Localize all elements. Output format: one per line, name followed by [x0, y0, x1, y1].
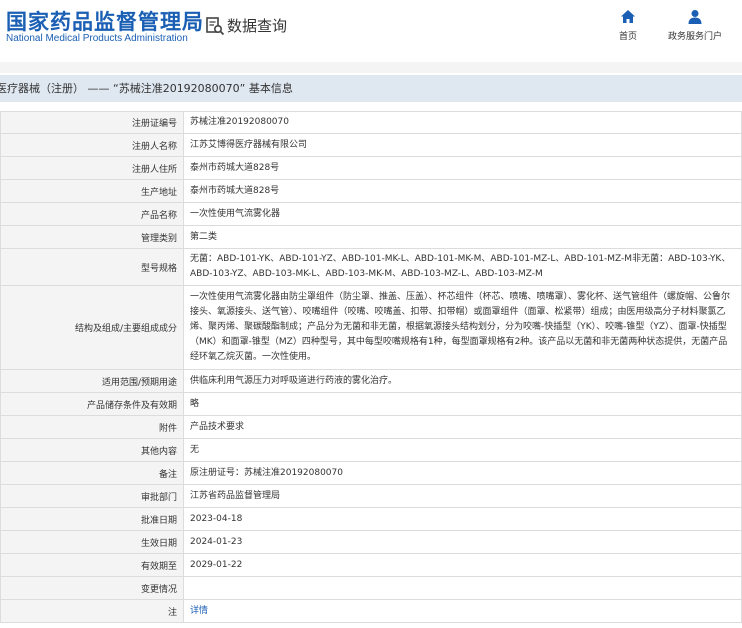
row-value: 2024-01-23 — [183, 530, 742, 554]
table-row: 变更情况 — [0, 576, 742, 600]
table-row: 注册人名称 江苏艾博得医疗器械有限公司 — [0, 133, 742, 157]
table-row: 型号规格 无菌：ABD-101-YK、ABD-101-YZ、ABD-101-MK-… — [0, 248, 742, 286]
document-search-icon — [206, 16, 225, 35]
row-label: 有效期至 — [0, 553, 184, 577]
row-value: 略 — [183, 392, 742, 416]
row-value: 2023-04-18 — [183, 507, 742, 531]
row-label: 注 — [0, 599, 184, 623]
table-row: 附件 产品技术要求 — [0, 415, 742, 439]
row-label: 变更情况 — [0, 576, 184, 600]
row-label: 注册证编号 — [0, 111, 184, 134]
detail-link[interactable]: 详情 — [190, 606, 208, 616]
row-label: 审批部门 — [0, 484, 184, 508]
row-label: 注册人住所 — [0, 156, 184, 180]
row-value: 产品技术要求 — [183, 415, 742, 439]
row-value: 原注册证号：苏械注准20192080070 — [183, 461, 742, 485]
page-title-bar: 医疗器械（注册） —— “苏械注准20192080070” 基本信息 — [0, 75, 742, 102]
nav-home-label: 首页 — [619, 32, 638, 42]
row-value: 苏械注准20192080070 — [183, 111, 742, 134]
row-value: 无 — [183, 438, 742, 462]
row-value: 一次性使用气流雾化器 — [183, 202, 742, 226]
row-value: 2029-01-22 — [183, 553, 742, 577]
registration-info-table: 注册证编号 苏械注准20192080070 注册人名称 江苏艾博得医疗器械有限公司 … — [0, 111, 742, 623]
row-value: 一次性使用气流雾化器由防尘罩组件（防尘罩、推盖、压盖）、杯芯组件（杯芯、喷嘴、喷… — [183, 285, 742, 370]
user-icon — [688, 10, 702, 24]
row-label: 生效日期 — [0, 530, 184, 554]
table-row: 产品名称 一次性使用气流雾化器 — [0, 202, 742, 226]
table-row: 其他内容无 — [0, 438, 742, 462]
site-header: 国家药品监督管理局 National Medical Products Admi… — [0, 0, 742, 62]
table-row: 产品储存条件及有效期略 — [0, 392, 742, 416]
table-row: 备注 原注册证号：苏械注准20192080070 — [0, 461, 742, 485]
data-query-link[interactable]: 数据查询 — [205, 15, 287, 36]
page-title: 医疗器械（注册） —— “苏械注准20192080070” 基本信息 — [0, 82, 293, 95]
row-value: 供临床利用气源压力对呼吸道进行药液的雾化治疗。 — [183, 369, 742, 393]
nav-home[interactable]: 首页 — [619, 9, 637, 42]
table-row: 注详情 — [0, 599, 742, 623]
row-label: 型号规格 — [0, 248, 184, 286]
table-row: 生产地址 泰州市药城大道828号 — [0, 179, 742, 203]
logo-title-en[interactable]: National Medical Products Administration — [6, 33, 188, 44]
table-row: 适用范围/预期用途 供临床利用气源压力对呼吸道进行药液的雾化治疗。 — [0, 369, 742, 393]
row-value: 江苏省药品监督管理局 — [183, 484, 742, 508]
row-value: 第二类 — [183, 225, 742, 249]
table-row: 结构及组成/主要组成成分 一次性使用气流雾化器由防尘罩组件（防尘罩、推盖、压盖）、… — [0, 285, 742, 370]
table-row: 批准日期 2023-04-18 — [0, 507, 742, 531]
row-label: 其他内容 — [0, 438, 184, 462]
row-label: 批准日期 — [0, 507, 184, 531]
row-label: 结构及组成/主要组成成分 — [0, 285, 184, 370]
row-label: 产品储存条件及有效期 — [0, 392, 184, 416]
table-row: 审批部门 江苏省药品监督管理局 — [0, 484, 742, 508]
table-row: 管理类别 第二类 — [0, 225, 742, 249]
row-value: 详情 — [183, 599, 742, 623]
row-label: 附件 — [0, 415, 184, 439]
row-label: 适用范围/预期用途 — [0, 369, 184, 393]
table-row: 有效期至 2029-01-22 — [0, 553, 742, 577]
row-value: 泰州市药城大道828号 — [183, 156, 742, 180]
data-query-label: 数据查询 — [227, 17, 288, 35]
row-value: 江苏艾博得医疗器械有限公司 — [183, 133, 742, 157]
nav-service-portal-label: 政务服务门户 — [668, 32, 723, 42]
row-label: 管理类别 — [0, 225, 184, 249]
row-label: 生产地址 — [0, 179, 184, 203]
logo-title-cn[interactable]: 国家药品监督管理局 — [6, 6, 204, 36]
home-icon — [621, 10, 635, 23]
row-value: 泰州市药城大道828号 — [183, 179, 742, 203]
nav-service-portal[interactable]: 政务服务门户 — [668, 9, 722, 42]
row-label: 备注 — [0, 461, 184, 485]
row-value: 无菌：ABD-101-YK、ABD-101-YZ、ABD-101-MK-L、AB… — [183, 248, 742, 286]
row-label: 产品名称 — [0, 202, 184, 226]
header-divider-band — [0, 62, 742, 73]
table-row: 注册证编号 苏械注准20192080070 — [0, 111, 742, 134]
row-label: 注册人名称 — [0, 133, 184, 157]
row-value — [183, 576, 742, 600]
table-row: 注册人住所 泰州市药城大道828号 — [0, 156, 742, 180]
table-row: 生效日期 2024-01-23 — [0, 530, 742, 554]
